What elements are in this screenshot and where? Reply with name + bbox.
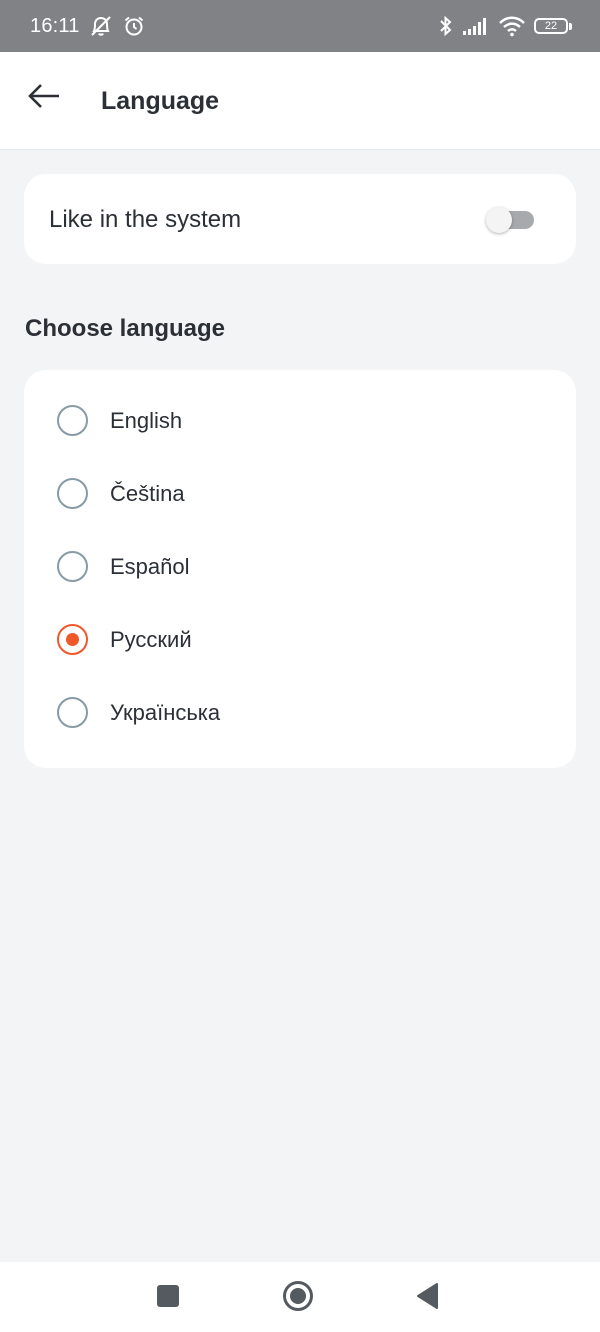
status-bar: 16:11 22: [0, 0, 600, 52]
arrow-left-icon: [27, 83, 61, 114]
home-button[interactable]: [280, 1280, 316, 1316]
radio-button[interactable]: [57, 697, 88, 728]
battery-tip: [569, 22, 572, 30]
battery-icon: 22: [534, 18, 572, 34]
status-left: 16:11: [30, 14, 146, 38]
section-heading: Choose language: [25, 315, 226, 342]
bluetooth-icon: [438, 14, 454, 38]
radio-dot: [65, 632, 79, 646]
app-bar: Language: [0, 52, 600, 150]
wifi-icon: [498, 15, 526, 37]
language-label: Українська: [110, 700, 221, 725]
system-navigation-bar: [0, 1262, 600, 1332]
language-label: English: [110, 408, 183, 433]
language-option-ukrainian[interactable]: Українська: [24, 676, 576, 749]
recents-button[interactable]: [150, 1280, 186, 1316]
toggle-thumb: [486, 207, 512, 233]
home-circle-icon: [282, 1280, 314, 1317]
battery-level: 22: [534, 18, 568, 34]
language-label: Русский: [110, 627, 192, 652]
radio-button-selected[interactable]: [57, 624, 88, 655]
status-time: 16:11: [30, 14, 80, 37]
alarm-icon: [122, 14, 146, 38]
radio-button[interactable]: [57, 478, 88, 509]
language-label: Español: [110, 554, 190, 579]
system-language-label: Like in the system: [49, 206, 242, 233]
back-triangle-icon: [415, 1282, 441, 1315]
radio-button[interactable]: [57, 405, 88, 436]
status-right: 22: [438, 14, 572, 38]
language-option-russian[interactable]: Русский: [24, 603, 576, 676]
system-language-toggle[interactable]: [486, 207, 536, 233]
signal-icon: [462, 16, 490, 36]
muted-bell-icon: [88, 14, 114, 38]
radio-button[interactable]: [57, 551, 88, 582]
back-button[interactable]: [22, 76, 66, 120]
language-option-czech[interactable]: Čeština: [24, 457, 576, 530]
page-title: Language: [101, 87, 220, 115]
language-option-spanish[interactable]: Español: [24, 530, 576, 603]
system-language-card: Like in the system: [24, 174, 576, 264]
language-label: Čeština: [110, 481, 185, 506]
back-nav-button[interactable]: [410, 1280, 446, 1316]
square-icon: [156, 1284, 180, 1313]
language-option-english[interactable]: English: [24, 384, 576, 457]
language-list: English Čeština Español Русский Українсь…: [24, 370, 576, 768]
